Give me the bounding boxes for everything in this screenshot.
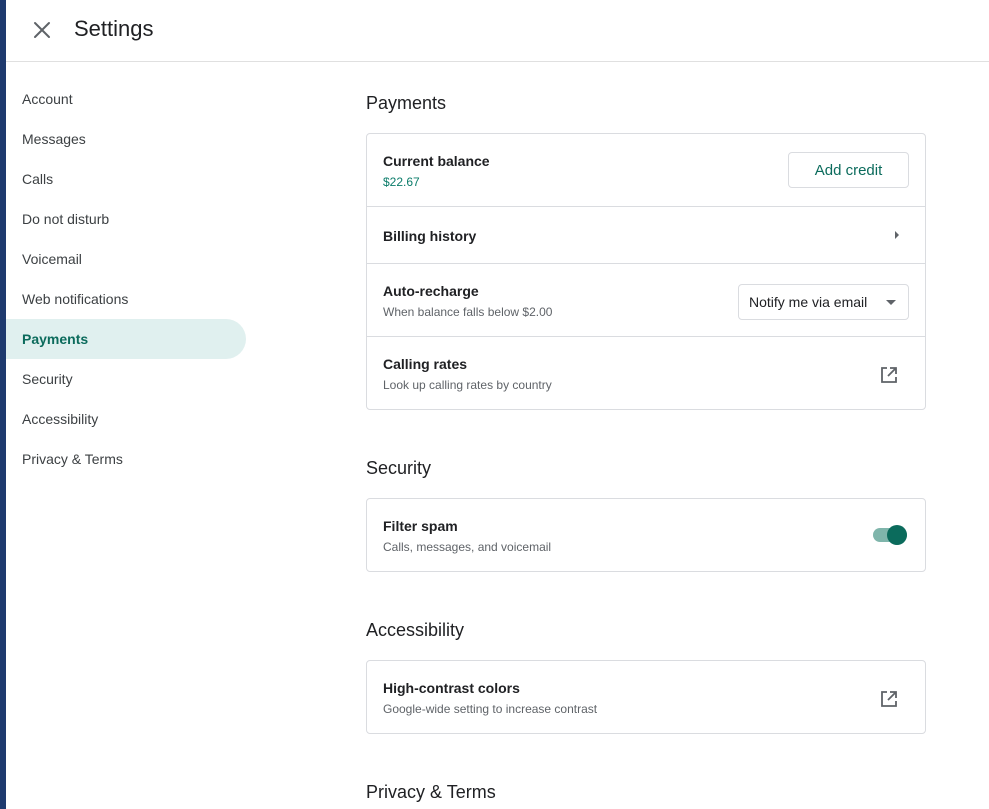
sidebar-item-security[interactable]: Security [6,359,246,399]
dropdown-arrow-icon [886,300,896,305]
high-contrast-row[interactable]: High-contrast colors Google-wide setting… [367,661,925,733]
current-balance-label: Current balance [383,153,490,169]
payments-card: Current balance $22.67 Add credit Billin… [366,133,926,410]
filter-spam-label: Filter spam [383,518,458,534]
chevron-right-icon [895,231,899,239]
filter-spam-toggle[interactable] [871,523,909,547]
auto-recharge-selected-value: Notify me via email [749,294,868,310]
security-card: Filter spam Calls, messages, and voicema… [366,498,926,572]
high-contrast-label: High-contrast colors [383,680,520,696]
auto-recharge-select[interactable]: Notify me via email [738,284,909,320]
page-title: Settings [74,16,154,41]
sidebar-item-calls[interactable]: Calls [6,159,246,199]
open-in-new-icon[interactable] [879,689,899,709]
settings-header: Settings [6,0,989,62]
close-icon [34,22,50,38]
section-title-privacy-terms: Privacy & Terms [366,782,496,802]
sidebar-item-account[interactable]: Account [6,79,246,119]
sidebar-item-messages[interactable]: Messages [6,119,246,159]
toggle-thumb [887,525,907,545]
close-button[interactable] [28,16,56,44]
current-balance-row: Current balance $22.67 Add credit [367,134,925,207]
calling-rates-label: Calling rates [383,356,468,372]
auto-recharge-description: When balance falls below $2.00 [383,305,553,319]
billing-history-label: Billing history [383,228,477,244]
sidebar-item-privacy-terms[interactable]: Privacy & Terms [6,439,246,479]
calling-rates-description: Look up calling rates by country [383,378,552,392]
sidebar-item-do-not-disturb[interactable]: Do not disturb [6,199,246,239]
calling-rates-row[interactable]: Calling rates Look up calling rates by c… [367,337,925,409]
billing-history-row[interactable]: Billing history [367,207,925,264]
accessibility-card: High-contrast colors Google-wide setting… [366,660,926,734]
high-contrast-description: Google-wide setting to increase contrast [383,702,598,716]
section-title-security: Security [366,458,432,478]
auto-recharge-row: Auto-recharge When balance falls below $… [367,264,925,337]
sidebar-item-web-notifications[interactable]: Web notifications [6,279,246,319]
sidebar-item-payments[interactable]: Payments [6,319,246,359]
add-credit-button[interactable]: Add credit [788,152,909,188]
section-title-accessibility: Accessibility [366,620,465,640]
current-balance-value: $22.67 [383,175,420,189]
auto-recharge-label: Auto-recharge [383,283,479,299]
open-in-new-icon[interactable] [879,365,899,385]
sidebar-item-voicemail[interactable]: Voicemail [6,239,246,279]
filter-spam-row: Filter spam Calls, messages, and voicema… [367,499,925,571]
section-title-payments: Payments [366,93,447,113]
filter-spam-description: Calls, messages, and voicemail [383,540,552,554]
settings-sidebar: Account Messages Calls Do not disturb Vo… [6,79,246,479]
sidebar-item-accessibility[interactable]: Accessibility [6,399,246,439]
